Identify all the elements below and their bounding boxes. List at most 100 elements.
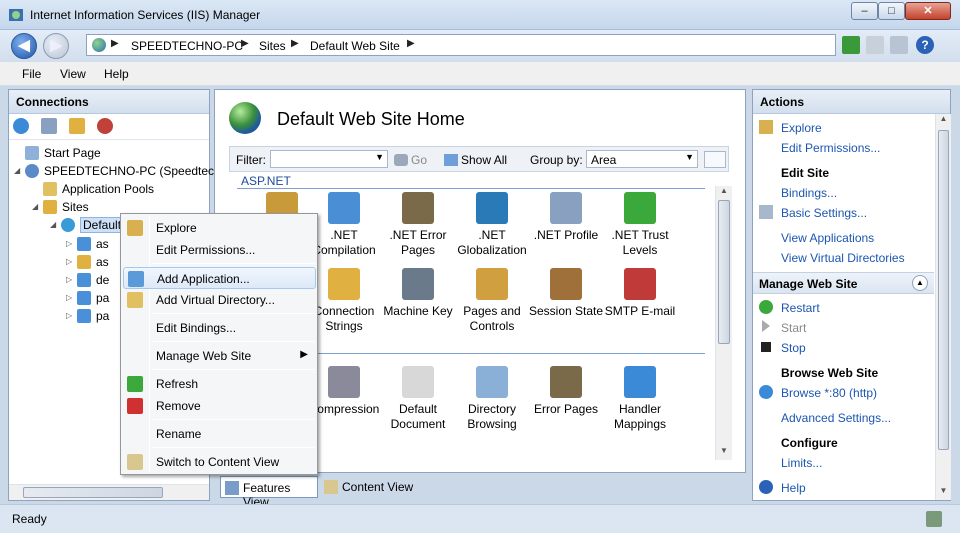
iis-app-icon [9,9,23,21]
menu-item[interactable]: Switch to Content View [123,451,316,473]
vertical-scrollbar[interactable]: ▲ ▼ [715,186,732,460]
minimize-button[interactable]: – [851,2,878,20]
menu-item[interactable]: Add Virtual Directory... [123,289,316,311]
default-document-icon [402,366,434,398]
feature-tile[interactable]: .NET Globalization [453,192,531,258]
tree-expander-icon[interactable]: ▷ [66,239,72,248]
add-virtual-directory-icon [127,292,143,308]
tree-node-label: pa [96,291,110,305]
tree-expander-icon[interactable]: ▷ [66,293,72,302]
feature-tile[interactable]: .NET Trust Levels [601,192,679,258]
connection-strings-icon [328,268,360,300]
save-icon[interactable] [41,118,57,134]
menu-item[interactable]: Edit Permissions... [123,239,316,261]
up-folder-icon[interactable] [69,118,85,134]
action-restart[interactable]: Restart [781,301,820,315]
feature-tile[interactable]: Directory Browsing [453,366,531,432]
action-edit-permissions[interactable]: Edit Permissions... [781,141,880,155]
scrollbar-thumb[interactable] [718,200,730,344]
action-limits[interactable]: Limits... [781,456,822,470]
address-bar[interactable]: ▶ SPEEDTECHNO-PC ▶ Sites ▶ Default Web S… [86,34,836,56]
breadcrumb-separator[interactable]: ▶ [291,38,299,49]
menu-item-label: Edit Permissions... [156,243,256,257]
tab-content-view[interactable]: Content View [320,476,420,498]
manage-web-site-section[interactable]: Manage Web Site ▲ [753,272,934,294]
view-mode-icon[interactable] [704,151,726,168]
action-view-applications[interactable]: View Applications [781,231,874,245]
feature-tile[interactable]: Session State [527,268,605,319]
action-basic-settings[interactable]: Basic Settings... [781,206,867,220]
menu-item[interactable]: Remove [123,395,316,417]
feature-tile[interactable]: Handler Mappings [601,366,679,432]
horizontal-scrollbar[interactable] [9,484,209,500]
menu-item[interactable]: Refresh [123,373,316,395]
help-icon[interactable]: ? [916,36,934,54]
tree-expander-icon[interactable]: ◢ [32,202,38,211]
stop-toolbar-icon[interactable] [866,36,884,54]
breadcrumb-default-web-site[interactable]: Default Web Site [310,39,400,53]
tree-expander-icon[interactable]: ◢ [14,166,20,175]
action-explore[interactable]: Explore [781,121,822,135]
tree-expander-icon[interactable]: ▷ [66,257,72,266]
go-button[interactable]: Go [394,153,427,167]
scroll-down-icon[interactable]: ▼ [936,486,951,500]
menu-file[interactable]: File [22,67,41,81]
menu-item[interactable]: Add Application... [123,267,316,289]
action-bindings[interactable]: Bindings... [781,186,837,200]
menu-item[interactable]: Rename [123,423,316,445]
close-button[interactable]: ✕ [905,2,951,20]
show-all-button[interactable]: Show All [444,153,507,167]
breadcrumb-separator[interactable]: ▶ [111,38,119,49]
menu-item[interactable]: Explore [123,217,316,239]
tab-features-view[interactable]: Features View [220,476,318,509]
disconnect-icon[interactable] [97,118,113,134]
tree-node-icon [25,146,39,160]
breadcrumb-server[interactable]: SPEEDTECHNO-PC [131,39,243,53]
breadcrumb-separator[interactable]: ▶ [407,38,415,49]
menu-item[interactable]: Manage Web Site ▶ [123,345,316,367]
maximize-button[interactable]: □ [878,2,905,20]
actions-scrollbar[interactable]: ▲ ▼ [935,114,951,500]
action-stop[interactable]: Stop [781,341,806,355]
feature-tile[interactable]: Error Pages [527,366,605,417]
tree-expander-icon[interactable]: ▷ [66,311,72,320]
breadcrumb-sites[interactable]: Sites [259,39,286,53]
menu-item-label: Switch to Content View [156,455,280,469]
action-advanced-settings[interactable]: Advanced Settings... [781,411,891,425]
scrollbar-thumb[interactable] [938,130,949,450]
menu-separator [153,313,315,314]
feature-tile[interactable]: Machine Key [379,268,457,319]
action-view-virtual-directories[interactable]: View Virtual Directories [781,251,905,265]
menu-item[interactable]: Edit Bindings... [123,317,316,339]
scroll-down-icon[interactable]: ▼ [716,446,732,460]
connect-icon[interactable] [13,118,29,134]
tree-expander-icon[interactable]: ▷ [66,275,72,284]
feature-tile[interactable]: Pages and Controls [453,268,531,334]
feature-tile[interactable]: .NET Profile [527,192,605,243]
breadcrumb-separator[interactable]: ▶ [241,38,249,49]
session-state-icon [550,268,582,300]
menu-help[interactable]: Help [104,67,129,81]
scroll-up-icon[interactable]: ▲ [716,186,732,200]
action-help[interactable]: Help [781,481,806,495]
filter-input[interactable]: ▼ [270,150,388,168]
action-browse-http[interactable]: Browse *:80 (http) [781,386,877,400]
error-pages-icon [550,366,582,398]
feature-tile[interactable]: SMTP E-mail [601,268,679,319]
action-start[interactable]: Start [781,321,806,335]
scroll-up-icon[interactable]: ▲ [936,114,951,128]
group-by-select[interactable]: Area ▼ [586,150,698,168]
back-button[interactable]: ◀ [11,33,37,59]
feature-tile[interactable]: .NET Error Pages [379,192,457,258]
refresh-toolbar-icon[interactable] [842,36,860,54]
menu-view[interactable]: View [60,67,86,81]
collapse-icon[interactable]: ▲ [912,275,928,291]
forward-button[interactable]: ▶ [43,33,69,59]
feature-tile[interactable]: Default Document [379,366,457,432]
window-title: Internet Information Services (IIS) Mana… [30,8,261,22]
scrollbar-thumb[interactable] [23,487,163,498]
menu-separator [153,263,315,264]
feature-label: Error Pages [533,402,599,416]
tree-expander-icon[interactable]: ◢ [50,220,56,229]
home-icon[interactable] [890,36,908,54]
